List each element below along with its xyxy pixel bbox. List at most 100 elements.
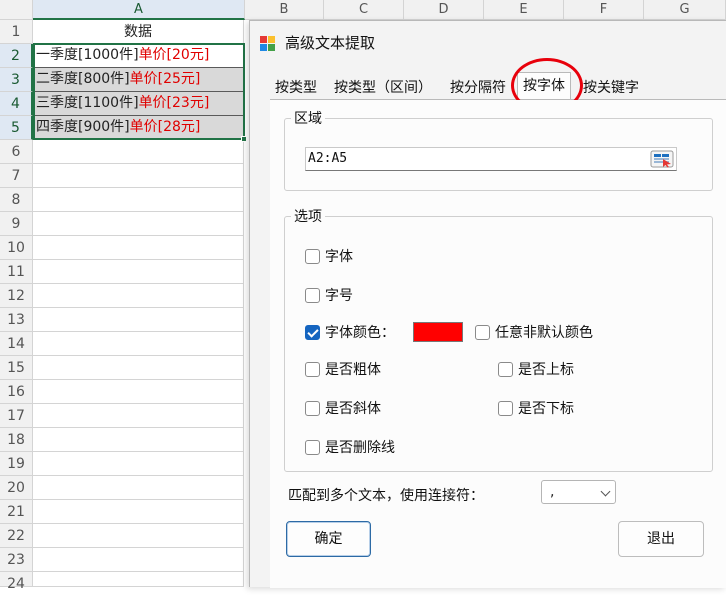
range-input[interactable]: A2:A5: [305, 147, 677, 171]
row-header[interactable]: 5: [0, 116, 33, 140]
row-header[interactable]: 12: [0, 284, 33, 308]
empty-cell[interactable]: [33, 404, 244, 428]
row-header[interactable]: 7: [0, 164, 33, 188]
superscript-checkbox[interactable]: [498, 361, 513, 377]
empty-cell[interactable]: [33, 188, 244, 212]
column-header[interactable]: E: [484, 0, 564, 20]
cell-a2[interactable]: 一季度[1000件]单价[20元]: [33, 44, 244, 68]
cell-a5[interactable]: 四季度[900件]单价[28元]: [33, 116, 244, 140]
cell-text: 一季度[1000件]: [36, 47, 139, 63]
row-header[interactable]: 10: [0, 236, 33, 260]
match-separator-label: 匹配到多个文本，使用连接符：: [288, 488, 484, 504]
row-header[interactable]: 3: [0, 68, 33, 92]
any-non-default-label: 任意非默认颜色: [495, 325, 593, 341]
app-grid-icon: [260, 36, 276, 52]
empty-cell[interactable]: [33, 332, 244, 356]
empty-cell[interactable]: [33, 260, 244, 284]
row-header[interactable]: 9: [0, 212, 33, 236]
font-color-option[interactable]: 字体颜色： 任意非默认颜色: [305, 322, 593, 342]
row-header[interactable]: 6: [0, 140, 33, 164]
row-header[interactable]: 1: [0, 20, 33, 44]
empty-cell[interactable]: [33, 212, 244, 236]
tab-by-type-range[interactable]: 按类型（区间）: [334, 76, 432, 100]
italic-option[interactable]: 是否斜体: [305, 398, 381, 418]
row-header[interactable]: 16: [0, 380, 33, 404]
options-group-title: 选项: [291, 206, 325, 226]
region-group-title: 区域: [291, 108, 325, 128]
column-header[interactable]: F: [564, 0, 644, 20]
size-checkbox[interactable]: [305, 287, 320, 303]
cell-red-text: 单价[23元]: [138, 95, 210, 111]
ok-button[interactable]: 确定: [286, 521, 371, 557]
cell-red-text: 单价[28元]: [129, 119, 201, 135]
superscript-option-label: 是否上标: [518, 362, 574, 378]
strikethrough-checkbox[interactable]: [305, 439, 320, 455]
subscript-checkbox[interactable]: [498, 400, 513, 416]
row-header[interactable]: 17: [0, 404, 33, 428]
font-checkbox[interactable]: [305, 248, 320, 264]
empty-cell[interactable]: [33, 452, 244, 476]
empty-cell[interactable]: [33, 140, 244, 164]
cell-a4[interactable]: 三季度[1100件]单价[23元]: [33, 92, 244, 116]
row-header[interactable]: 11: [0, 260, 33, 284]
dialog-title: 高级文本提取: [285, 34, 376, 52]
row-header[interactable]: 4: [0, 92, 33, 116]
row-header[interactable]: 20: [0, 476, 33, 500]
row-header[interactable]: 14: [0, 332, 33, 356]
tab-by-type[interactable]: 按类型: [275, 76, 317, 100]
font-color-checkbox[interactable]: [305, 324, 320, 340]
font-color-option-label: 字体颜色：: [325, 325, 395, 341]
cell-text: 四季度[900件]: [36, 119, 130, 135]
select-all-corner[interactable]: [0, 0, 33, 20]
tab-by-keyword[interactable]: 按关键字: [583, 76, 639, 100]
row-header[interactable]: 21: [0, 500, 33, 524]
range-select-icon[interactable]: [650, 150, 674, 168]
column-header[interactable]: G: [644, 0, 726, 20]
row-header[interactable]: 22: [0, 524, 33, 548]
empty-cell[interactable]: [33, 548, 244, 572]
advanced-text-extract-dialog: 高级文本提取 按类型 按类型（区间） 按分隔符 按字体 按关键字 区域 A2:A…: [249, 20, 726, 588]
font-color-swatch[interactable]: [413, 322, 463, 342]
row-header[interactable]: 19: [0, 452, 33, 476]
cell-a1[interactable]: 数据: [33, 20, 244, 44]
cell-a3[interactable]: 二季度[800件]单价[25元]: [33, 68, 244, 92]
empty-cell[interactable]: [33, 572, 244, 587]
bold-checkbox[interactable]: [305, 361, 320, 377]
column-header[interactable]: C: [324, 0, 404, 20]
tab-by-separator[interactable]: 按分隔符: [450, 76, 506, 100]
strikethrough-option[interactable]: 是否删除线: [305, 437, 395, 457]
empty-cell[interactable]: [33, 380, 244, 404]
empty-cell[interactable]: [33, 164, 244, 188]
empty-cell[interactable]: [33, 308, 244, 332]
empty-cell[interactable]: [33, 524, 244, 548]
size-option[interactable]: 字号: [305, 285, 353, 305]
italic-checkbox[interactable]: [305, 400, 320, 416]
column-header[interactable]: A: [33, 0, 245, 20]
row-header[interactable]: 2: [0, 44, 33, 68]
empty-cell[interactable]: [33, 476, 244, 500]
empty-cell[interactable]: [33, 236, 244, 260]
column-header[interactable]: D: [404, 0, 484, 20]
empty-cell[interactable]: [33, 428, 244, 452]
separator-select[interactable]: ,: [541, 480, 616, 504]
subscript-option[interactable]: 是否下标: [498, 398, 574, 418]
any-non-default-checkbox[interactable]: [475, 324, 490, 340]
row-header[interactable]: 13: [0, 308, 33, 332]
empty-cell[interactable]: [33, 500, 244, 524]
fill-handle[interactable]: [241, 136, 247, 142]
empty-cell[interactable]: [33, 356, 244, 380]
row-header[interactable]: 8: [0, 188, 33, 212]
row-header[interactable]: 23: [0, 548, 33, 572]
column-header[interactable]: B: [245, 0, 324, 20]
row-header[interactable]: 18: [0, 428, 33, 452]
empty-cell[interactable]: [33, 284, 244, 308]
font-option[interactable]: 字体: [305, 246, 353, 266]
row-header[interactable]: 24: [0, 572, 33, 592]
tab-by-font[interactable]: 按字体: [517, 72, 571, 100]
chevron-down-icon: [600, 486, 611, 497]
bold-option[interactable]: 是否粗体: [305, 359, 381, 379]
superscript-option[interactable]: 是否上标: [498, 359, 574, 379]
strikethrough-option-label: 是否删除线: [325, 440, 395, 456]
exit-button[interactable]: 退出: [618, 521, 704, 557]
row-header[interactable]: 15: [0, 356, 33, 380]
